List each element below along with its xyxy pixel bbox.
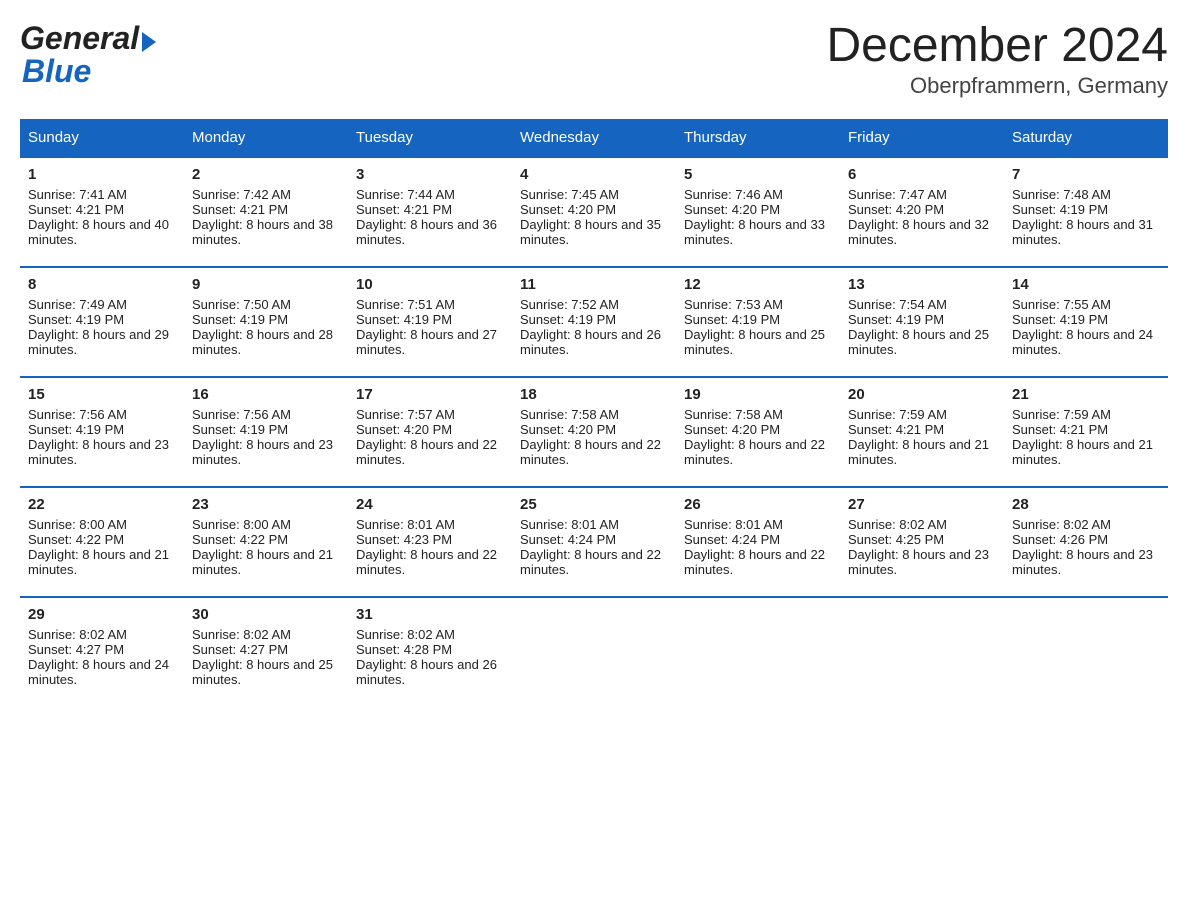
calendar-day-cell: 12Sunrise: 7:53 AMSunset: 4:19 PMDayligh…	[676, 267, 840, 377]
calendar-day-cell: 1Sunrise: 7:41 AMSunset: 4:21 PMDaylight…	[20, 157, 184, 267]
day-number: 13	[848, 276, 996, 293]
day-number: 21	[1012, 386, 1160, 403]
calendar-day-cell: 23Sunrise: 8:00 AMSunset: 4:22 PMDayligh…	[184, 487, 348, 597]
day-number: 26	[684, 496, 832, 513]
day-number: 9	[192, 276, 340, 293]
day-number: 18	[520, 386, 668, 403]
page-subtitle: Oberpframmern, Germany	[826, 73, 1168, 99]
day-number: 7	[1012, 166, 1160, 183]
calendar-day-cell: 30Sunrise: 8:02 AMSunset: 4:27 PMDayligh…	[184, 597, 348, 707]
calendar-day-cell: 11Sunrise: 7:52 AMSunset: 4:19 PMDayligh…	[512, 267, 676, 377]
day-number: 6	[848, 166, 996, 183]
calendar-day-cell	[840, 597, 1004, 707]
col-sunday: Sunday	[20, 119, 184, 157]
calendar-week-row: 22Sunrise: 8:00 AMSunset: 4:22 PMDayligh…	[20, 487, 1168, 597]
calendar-day-cell: 7Sunrise: 7:48 AMSunset: 4:19 PMDaylight…	[1004, 157, 1168, 267]
calendar-day-cell: 13Sunrise: 7:54 AMSunset: 4:19 PMDayligh…	[840, 267, 1004, 377]
day-number: 20	[848, 386, 996, 403]
day-number: 29	[28, 606, 176, 623]
day-number: 24	[356, 496, 504, 513]
day-number: 27	[848, 496, 996, 513]
col-thursday: Thursday	[676, 119, 840, 157]
day-number: 15	[28, 386, 176, 403]
day-number: 8	[28, 276, 176, 293]
day-number: 31	[356, 606, 504, 623]
logo-blue-text: Blue	[22, 53, 91, 90]
calendar-day-cell	[512, 597, 676, 707]
calendar-day-cell: 22Sunrise: 8:00 AMSunset: 4:22 PMDayligh…	[20, 487, 184, 597]
calendar-day-cell: 26Sunrise: 8:01 AMSunset: 4:24 PMDayligh…	[676, 487, 840, 597]
calendar-day-cell: 6Sunrise: 7:47 AMSunset: 4:20 PMDaylight…	[840, 157, 1004, 267]
day-number: 11	[520, 276, 668, 293]
col-wednesday: Wednesday	[512, 119, 676, 157]
calendar-day-cell: 4Sunrise: 7:45 AMSunset: 4:20 PMDaylight…	[512, 157, 676, 267]
calendar-week-row: 29Sunrise: 8:02 AMSunset: 4:27 PMDayligh…	[20, 597, 1168, 707]
day-number: 25	[520, 496, 668, 513]
day-number: 28	[1012, 496, 1160, 513]
calendar-week-row: 1Sunrise: 7:41 AMSunset: 4:21 PMDaylight…	[20, 157, 1168, 267]
calendar-week-row: 8Sunrise: 7:49 AMSunset: 4:19 PMDaylight…	[20, 267, 1168, 377]
day-number: 22	[28, 496, 176, 513]
calendar-day-cell: 17Sunrise: 7:57 AMSunset: 4:20 PMDayligh…	[348, 377, 512, 487]
calendar-day-cell: 2Sunrise: 7:42 AMSunset: 4:21 PMDaylight…	[184, 157, 348, 267]
calendar-table: Sunday Monday Tuesday Wednesday Thursday…	[20, 119, 1168, 707]
col-monday: Monday	[184, 119, 348, 157]
day-number: 14	[1012, 276, 1160, 293]
day-number: 2	[192, 166, 340, 183]
calendar-day-cell: 16Sunrise: 7:56 AMSunset: 4:19 PMDayligh…	[184, 377, 348, 487]
day-number: 12	[684, 276, 832, 293]
day-number: 19	[684, 386, 832, 403]
logo-general-text: General	[20, 20, 139, 57]
calendar-week-row: 15Sunrise: 7:56 AMSunset: 4:19 PMDayligh…	[20, 377, 1168, 487]
day-number: 5	[684, 166, 832, 183]
calendar-header-row: Sunday Monday Tuesday Wednesday Thursday…	[20, 119, 1168, 157]
calendar-day-cell: 15Sunrise: 7:56 AMSunset: 4:19 PMDayligh…	[20, 377, 184, 487]
day-number: 4	[520, 166, 668, 183]
col-tuesday: Tuesday	[348, 119, 512, 157]
calendar-day-cell	[1004, 597, 1168, 707]
day-number: 16	[192, 386, 340, 403]
calendar-day-cell: 8Sunrise: 7:49 AMSunset: 4:19 PMDaylight…	[20, 267, 184, 377]
day-number: 30	[192, 606, 340, 623]
calendar-day-cell: 28Sunrise: 8:02 AMSunset: 4:26 PMDayligh…	[1004, 487, 1168, 597]
col-saturday: Saturday	[1004, 119, 1168, 157]
col-friday: Friday	[840, 119, 1004, 157]
day-number: 3	[356, 166, 504, 183]
calendar-day-cell: 21Sunrise: 7:59 AMSunset: 4:21 PMDayligh…	[1004, 377, 1168, 487]
day-number: 1	[28, 166, 176, 183]
logo: General Blue	[20, 20, 156, 90]
calendar-day-cell: 3Sunrise: 7:44 AMSunset: 4:21 PMDaylight…	[348, 157, 512, 267]
day-number: 23	[192, 496, 340, 513]
calendar-day-cell: 31Sunrise: 8:02 AMSunset: 4:28 PMDayligh…	[348, 597, 512, 707]
calendar-day-cell: 29Sunrise: 8:02 AMSunset: 4:27 PMDayligh…	[20, 597, 184, 707]
calendar-day-cell: 9Sunrise: 7:50 AMSunset: 4:19 PMDaylight…	[184, 267, 348, 377]
calendar-day-cell: 20Sunrise: 7:59 AMSunset: 4:21 PMDayligh…	[840, 377, 1004, 487]
day-number: 17	[356, 386, 504, 403]
page-title: December 2024	[826, 20, 1168, 73]
calendar-day-cell: 19Sunrise: 7:58 AMSunset: 4:20 PMDayligh…	[676, 377, 840, 487]
calendar-day-cell: 27Sunrise: 8:02 AMSunset: 4:25 PMDayligh…	[840, 487, 1004, 597]
calendar-day-cell	[676, 597, 840, 707]
calendar-day-cell: 14Sunrise: 7:55 AMSunset: 4:19 PMDayligh…	[1004, 267, 1168, 377]
title-block: December 2024 Oberpframmern, Germany	[826, 20, 1168, 99]
day-number: 10	[356, 276, 504, 293]
calendar-day-cell: 25Sunrise: 8:01 AMSunset: 4:24 PMDayligh…	[512, 487, 676, 597]
logo-arrow-icon	[142, 32, 156, 52]
page-header: General Blue December 2024 Oberpframmern…	[20, 20, 1168, 99]
calendar-day-cell: 10Sunrise: 7:51 AMSunset: 4:19 PMDayligh…	[348, 267, 512, 377]
calendar-day-cell: 24Sunrise: 8:01 AMSunset: 4:23 PMDayligh…	[348, 487, 512, 597]
calendar-day-cell: 5Sunrise: 7:46 AMSunset: 4:20 PMDaylight…	[676, 157, 840, 267]
calendar-day-cell: 18Sunrise: 7:58 AMSunset: 4:20 PMDayligh…	[512, 377, 676, 487]
